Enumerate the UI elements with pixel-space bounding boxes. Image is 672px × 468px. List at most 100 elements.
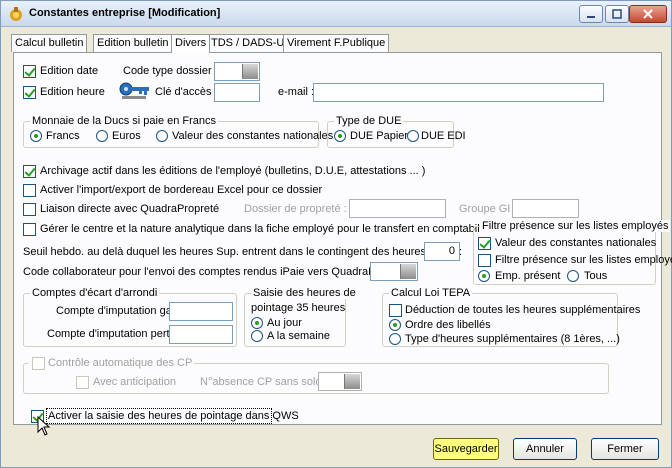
close-icon — [643, 9, 653, 19]
monnaie-group: Monnaie de la Ducs si paie en Francs Fra… — [23, 115, 333, 148]
cancel-label: Annuler — [526, 443, 564, 455]
deduction-label: Déduction de toutes les heures supplémen… — [405, 304, 641, 316]
tab-tds-dadsu[interactable]: TDS / DADS-U — [207, 34, 289, 52]
email-label: e-mail : — [278, 86, 315, 98]
liaison-checkbox[interactable] — [23, 203, 36, 216]
groupe-gi-input[interactable] — [512, 199, 579, 218]
au-jour-label: Au jour — [267, 317, 302, 329]
app-icon — [10, 7, 22, 21]
tepa-title: Calcul Loi TEPA — [389, 287, 473, 299]
pertes-input[interactable] — [169, 325, 233, 344]
monnaie-euros-radio[interactable] — [96, 130, 108, 142]
code-type-dossier-combo[interactable] — [214, 62, 260, 81]
combo-dropdown-button[interactable] — [242, 64, 258, 79]
code-collab-combo[interactable] — [370, 262, 418, 281]
pointage-title-2: pointage 35 heures — [251, 302, 346, 314]
anticipation-checkbox[interactable] — [76, 376, 89, 389]
emp-present-radio[interactable] — [478, 270, 490, 282]
close-button[interactable] — [629, 5, 667, 23]
import-export-label: Activer l'import/export de bordereau Exc… — [40, 184, 323, 196]
seuil-value: 0 — [448, 245, 455, 257]
gerer-centre-checkbox[interactable] — [23, 223, 36, 236]
pointage-title: Saisie des heures de — [251, 287, 358, 299]
type-radio[interactable] — [389, 333, 401, 345]
gerer-centre-label: Gérer le centre et la nature analytique … — [40, 223, 492, 235]
monnaie-valeur-radio[interactable] — [156, 130, 168, 142]
monnaie-euros-label: Euros — [112, 130, 141, 142]
valeur-constantes-checkbox[interactable] — [478, 237, 491, 250]
close-label: Fermer — [607, 443, 643, 455]
cancel-button[interactable]: Annuler — [513, 438, 577, 460]
combo-dropdown-button[interactable] — [400, 264, 416, 279]
mouse-cursor-icon — [37, 416, 51, 436]
gain-label: Compte d'imputation gain : — [56, 305, 187, 317]
due-edi-radio[interactable] — [407, 130, 419, 142]
import-export-checkbox[interactable] — [23, 184, 36, 197]
tab-calcul-bulletin[interactable]: Calcul bulletin — [11, 34, 88, 52]
qws-label: Activer la saisie des heures de pointage… — [48, 410, 299, 422]
ordre-radio[interactable] — [389, 319, 401, 331]
filtre-title: Filtre présence sur les listes employés — [480, 220, 671, 232]
filtre-presence-checkbox[interactable] — [478, 254, 491, 267]
email-input[interactable] — [313, 83, 604, 102]
due-edi-label: DUE EDI — [421, 130, 466, 142]
tous-radio[interactable] — [567, 270, 579, 282]
filtre-group: Filtre présence sur les listes employés … — [473, 220, 672, 285]
minimize-icon — [587, 16, 595, 18]
deduction-checkbox[interactable] — [389, 304, 402, 317]
edition-date-label: Edition date — [40, 65, 99, 77]
dossier-proprete-input[interactable] — [349, 199, 446, 218]
liaison-label: Liaison directe avec QuadraPropreté — [40, 203, 220, 215]
tab-virement[interactable]: Virement F.Publique — [283, 34, 390, 52]
code-collab-label: Code collaborateur pour l'envoi des comp… — [23, 266, 410, 278]
type-label: Type d'heures supplémentaires (8 1ères, … — [405, 333, 620, 345]
archivage-checkbox[interactable] — [23, 165, 36, 178]
save-button[interactable]: Sauvegarder — [433, 438, 499, 460]
absence-cp-label: N°absence CP sans solde : — [200, 376, 334, 388]
archivage-label: Archivage actif dans les éditions de l'e… — [40, 165, 426, 177]
semaine-label: A la semaine — [267, 330, 330, 342]
ecart-title: Comptes d'écart d'arrondi — [30, 287, 160, 299]
monnaie-title: Monnaie de la Ducs si paie en Francs — [30, 115, 219, 127]
maximize-button[interactable] — [605, 5, 629, 23]
code-type-dossier-label: Code type dossier : — [123, 65, 218, 77]
groupe-gi-label: Groupe GI : — [459, 203, 517, 215]
semaine-radio[interactable] — [251, 330, 263, 342]
type-due-group: Type de DUE DUE Papier DUE EDI — [327, 115, 466, 148]
filtre-presence-label: Filtre présence sur les listes employés — [495, 254, 672, 266]
tab-edition-bulletin[interactable]: Edition bulletin — [93, 34, 173, 52]
edition-date-checkbox[interactable] — [23, 65, 36, 78]
seuil-label: Seuil hebdo. au delà duquel les heures S… — [23, 246, 463, 258]
seuil-input[interactable]: 0 — [424, 242, 460, 261]
valeur-constantes-label: Valeur des constantes nationales — [495, 237, 657, 249]
dossier-proprete-label: Dossier de propreté : — [244, 203, 347, 215]
keys-icon — [119, 82, 149, 99]
ecart-group: Comptes d'écart d'arrondi Compte d'imput… — [23, 287, 237, 347]
due-papier-radio[interactable] — [334, 130, 346, 142]
minimize-button[interactable] — [579, 5, 603, 23]
monnaie-valeur-label: Valeur des constantes nationales — [172, 130, 334, 142]
cle-acces-label: Clé d'accès : — [155, 86, 218, 98]
absence-cp-combo[interactable] — [318, 372, 362, 391]
close-dialog-button[interactable]: Fermer — [591, 438, 659, 460]
edition-heure-checkbox[interactable] — [23, 86, 36, 99]
cle-acces-input[interactable] — [214, 83, 260, 102]
cp-title: Contrôle automatique des CP — [28, 357, 195, 369]
cp-checkbox[interactable] — [32, 357, 45, 370]
ordre-label: Ordre des libellés — [405, 319, 491, 331]
window-title: Constantes entreprise [Modification] — [29, 7, 221, 19]
gain-input[interactable] — [169, 302, 233, 321]
au-jour-radio[interactable] — [251, 317, 263, 329]
type-due-title: Type de DUE — [334, 115, 404, 127]
tepa-group: Calcul Loi TEPA Déduction de toutes les … — [382, 287, 640, 347]
tab-divers[interactable]: Divers — [171, 34, 211, 53]
save-label: Sauvegarder — [434, 443, 498, 455]
combo-dropdown-button[interactable] — [344, 374, 360, 389]
dialog-window: Constantes entreprise [Modification] Cal… — [0, 0, 672, 468]
divers-panel: Edition date Code type dossier : Edition… — [13, 52, 672, 436]
emp-present-label: Emp. présent — [495, 270, 561, 282]
due-papier-label: DUE Papier — [350, 130, 409, 142]
monnaie-francs-radio[interactable] — [30, 130, 42, 142]
anticipation-label: Avec anticipation — [93, 376, 176, 388]
edition-heure-label: Edition heure — [40, 86, 105, 98]
